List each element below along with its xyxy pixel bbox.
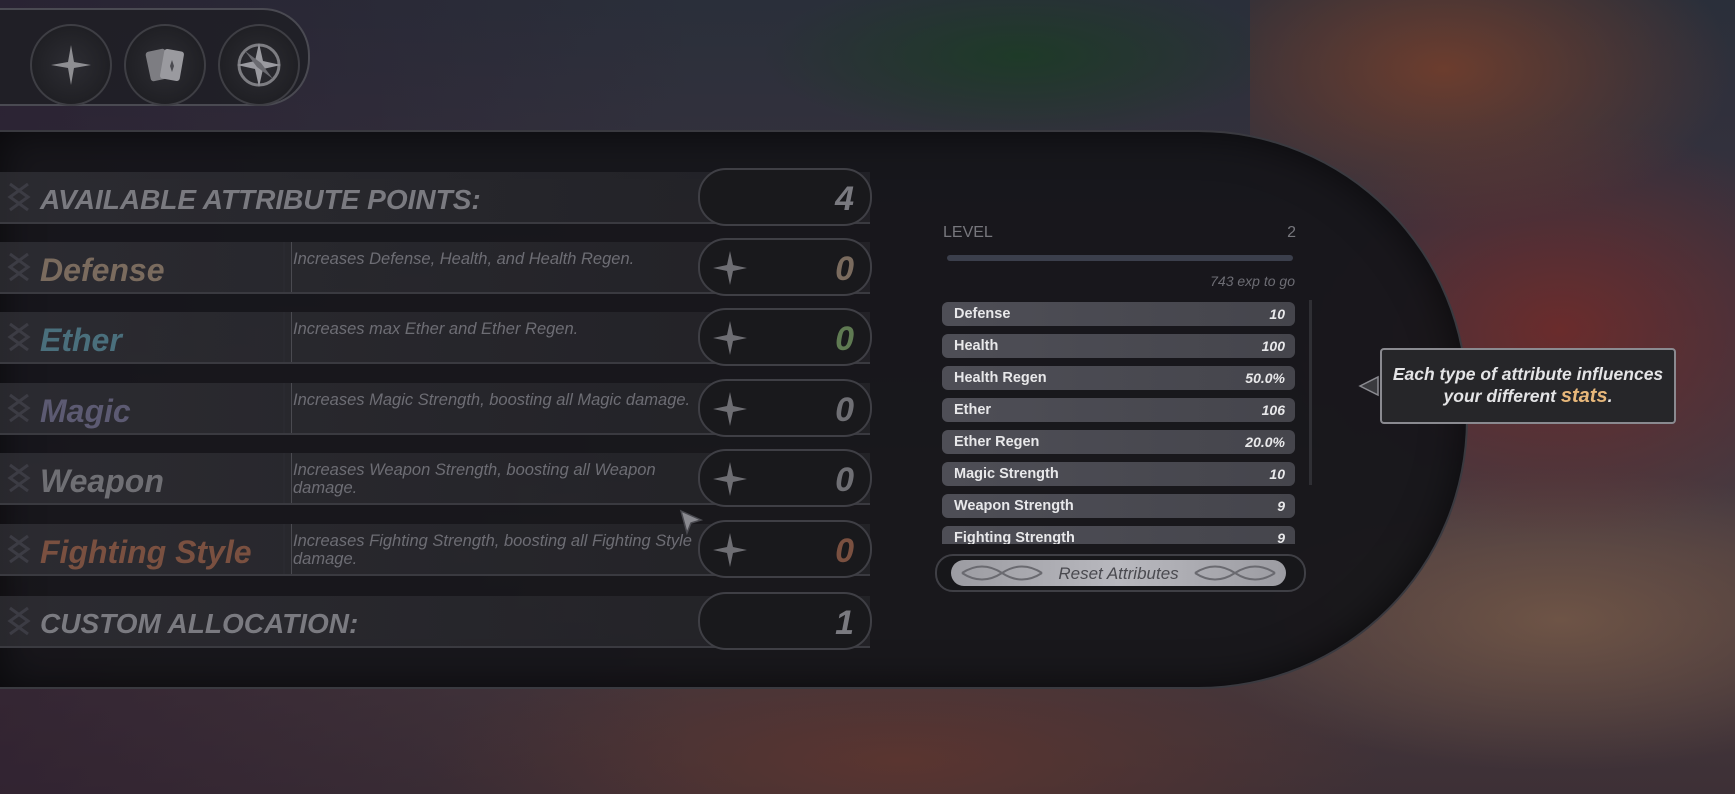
attribute-row-ether: Ether Increases max Ether and Ether Rege… [0, 308, 872, 366]
divider [283, 383, 292, 433]
plus-icon [713, 533, 747, 567]
stat-value: 10 [1269, 306, 1285, 322]
stat-name: Health [954, 338, 999, 354]
tooltip-text: Each type of attribute influences your d… [1392, 363, 1664, 407]
attribute-description: Increases Weapon Strength, boosting all … [293, 461, 656, 497]
knot-ornament-icon [7, 322, 31, 352]
stat-name: Weapon Strength [954, 498, 1074, 514]
compass-tab-button[interactable] [218, 24, 300, 106]
plus-icon [713, 251, 747, 285]
plus-icon [51, 45, 91, 85]
stat-value: 10 [1269, 466, 1285, 482]
tooltip-highlight: stats [1560, 385, 1608, 407]
attribute-description: Increases Magic Strength, boosting all M… [293, 391, 691, 409]
stat-value: 9 [1277, 530, 1285, 544]
attribute-row-weapon: Weapon Increases Weapon Strength, boosti… [0, 449, 872, 507]
attribute-row-defense: Defense Increases Defense, Health, and H… [0, 238, 872, 296]
available-points-value: 4 [835, 180, 854, 218]
stat-name: Ether Regen [954, 434, 1040, 450]
stat-value: 20.0% [1245, 434, 1285, 450]
add-ether-button[interactable] [710, 318, 750, 358]
knot-ornament-icon [1194, 565, 1276, 581]
attribute-description: Increases max Ether and Ether Regen. [293, 320, 579, 338]
plus-icon [713, 462, 747, 496]
knot-ornament-icon [7, 252, 31, 282]
attribute-row-fighting-style: Fighting Style Increases Fighting Streng… [0, 520, 872, 578]
attribute-value: 0 [835, 461, 854, 499]
reset-attributes-button[interactable]: Reset Attributes [935, 554, 1306, 592]
stat-name: Defense [954, 306, 1011, 322]
stat-row: Fighting Strength 9 [942, 526, 1295, 544]
custom-allocation-label: CUSTOM ALLOCATION: [40, 608, 359, 639]
divider [283, 312, 292, 362]
plus-icon [713, 321, 747, 355]
attribute-value: 0 [835, 532, 854, 570]
stat-row: Weapon Strength 9 [942, 494, 1295, 518]
tutorial-tooltip: Each type of attribute influences your d… [1380, 348, 1676, 424]
cards-tab-button[interactable] [124, 24, 206, 106]
available-points-row: AVAILABLE ATTRIBUTE POINTS: 4 [0, 168, 872, 226]
stat-name: Ether [954, 402, 992, 418]
attribute-name: Defense [40, 252, 165, 288]
stat-name: Health Regen [954, 370, 1047, 386]
tooltip-arrow-icon [1358, 375, 1379, 397]
exp-to-go: 743 exp to go [1210, 273, 1295, 289]
stat-row: Magic Strength 10 [942, 462, 1295, 486]
knot-ornament-icon [7, 182, 31, 212]
stat-name: Magic Strength [954, 466, 1059, 482]
plus-icon [713, 392, 747, 426]
level-value: 2 [1287, 224, 1296, 241]
tooltip-text-after: . [1607, 386, 1613, 406]
reset-button-face: Reset Attributes [951, 560, 1286, 586]
compass-icon [237, 43, 281, 87]
stat-value: 100 [1261, 338, 1285, 354]
attribute-description: Increases Fighting Strength, boosting al… [293, 532, 692, 568]
knot-ornament-icon [7, 534, 31, 564]
add-defense-button[interactable] [710, 248, 750, 288]
add-fighting-style-button[interactable] [710, 530, 750, 570]
attribute-name: Magic [40, 393, 131, 429]
attribute-name: Fighting Style [40, 534, 252, 570]
divider [283, 242, 292, 292]
attribute-row-magic: Magic Increases Magic Strength, boosting… [0, 379, 872, 437]
knot-ornament-icon [7, 393, 31, 423]
knot-ornament-icon [7, 606, 31, 636]
stats-scrollbar[interactable] [1309, 300, 1312, 485]
background-tree [760, 0, 1280, 140]
custom-allocation-value[interactable]: 1 [800, 604, 854, 642]
attribute-name: Weapon [40, 463, 164, 499]
add-magic-button[interactable] [710, 389, 750, 429]
stat-name: Fighting Strength [954, 530, 1075, 544]
attribute-value: 0 [835, 250, 854, 288]
tooltip-text-before: Each type of attribute influences your d… [1392, 364, 1664, 406]
divider [283, 524, 292, 574]
stat-value: 50.0% [1245, 370, 1285, 386]
stat-row: Health 100 [942, 334, 1295, 358]
stat-row: Ether 106 [942, 398, 1295, 422]
exp-progress-bar [947, 255, 1293, 261]
stat-value: 106 [1261, 402, 1285, 418]
mouse-cursor-icon [679, 509, 704, 536]
cards-icon [145, 48, 184, 82]
custom-allocation-row: CUSTOM ALLOCATION: 1 [0, 592, 872, 650]
top-toolbar [0, 8, 310, 106]
available-points-label: AVAILABLE ATTRIBUTE POINTS: [40, 184, 481, 215]
stat-row: Defense 10 [942, 302, 1295, 326]
attributes-tab-button[interactable] [30, 24, 112, 106]
attribute-value: 0 [835, 391, 854, 429]
stat-value: 9 [1277, 498, 1285, 514]
stat-row: Ether Regen 20.0% [942, 430, 1295, 454]
add-weapon-button[interactable] [710, 459, 750, 499]
attribute-name: Ether [40, 322, 122, 358]
stats-list[interactable]: Defense 10 Health 100 Health Regen 50.0%… [942, 302, 1297, 544]
divider [283, 453, 292, 503]
level-label: LEVEL [943, 224, 993, 241]
stat-row: Health Regen 50.0% [942, 366, 1295, 390]
knot-ornament-icon [7, 463, 31, 493]
attribute-description: Increases Defense, Health, and Health Re… [293, 250, 635, 268]
attribute-value: 0 [835, 320, 854, 358]
